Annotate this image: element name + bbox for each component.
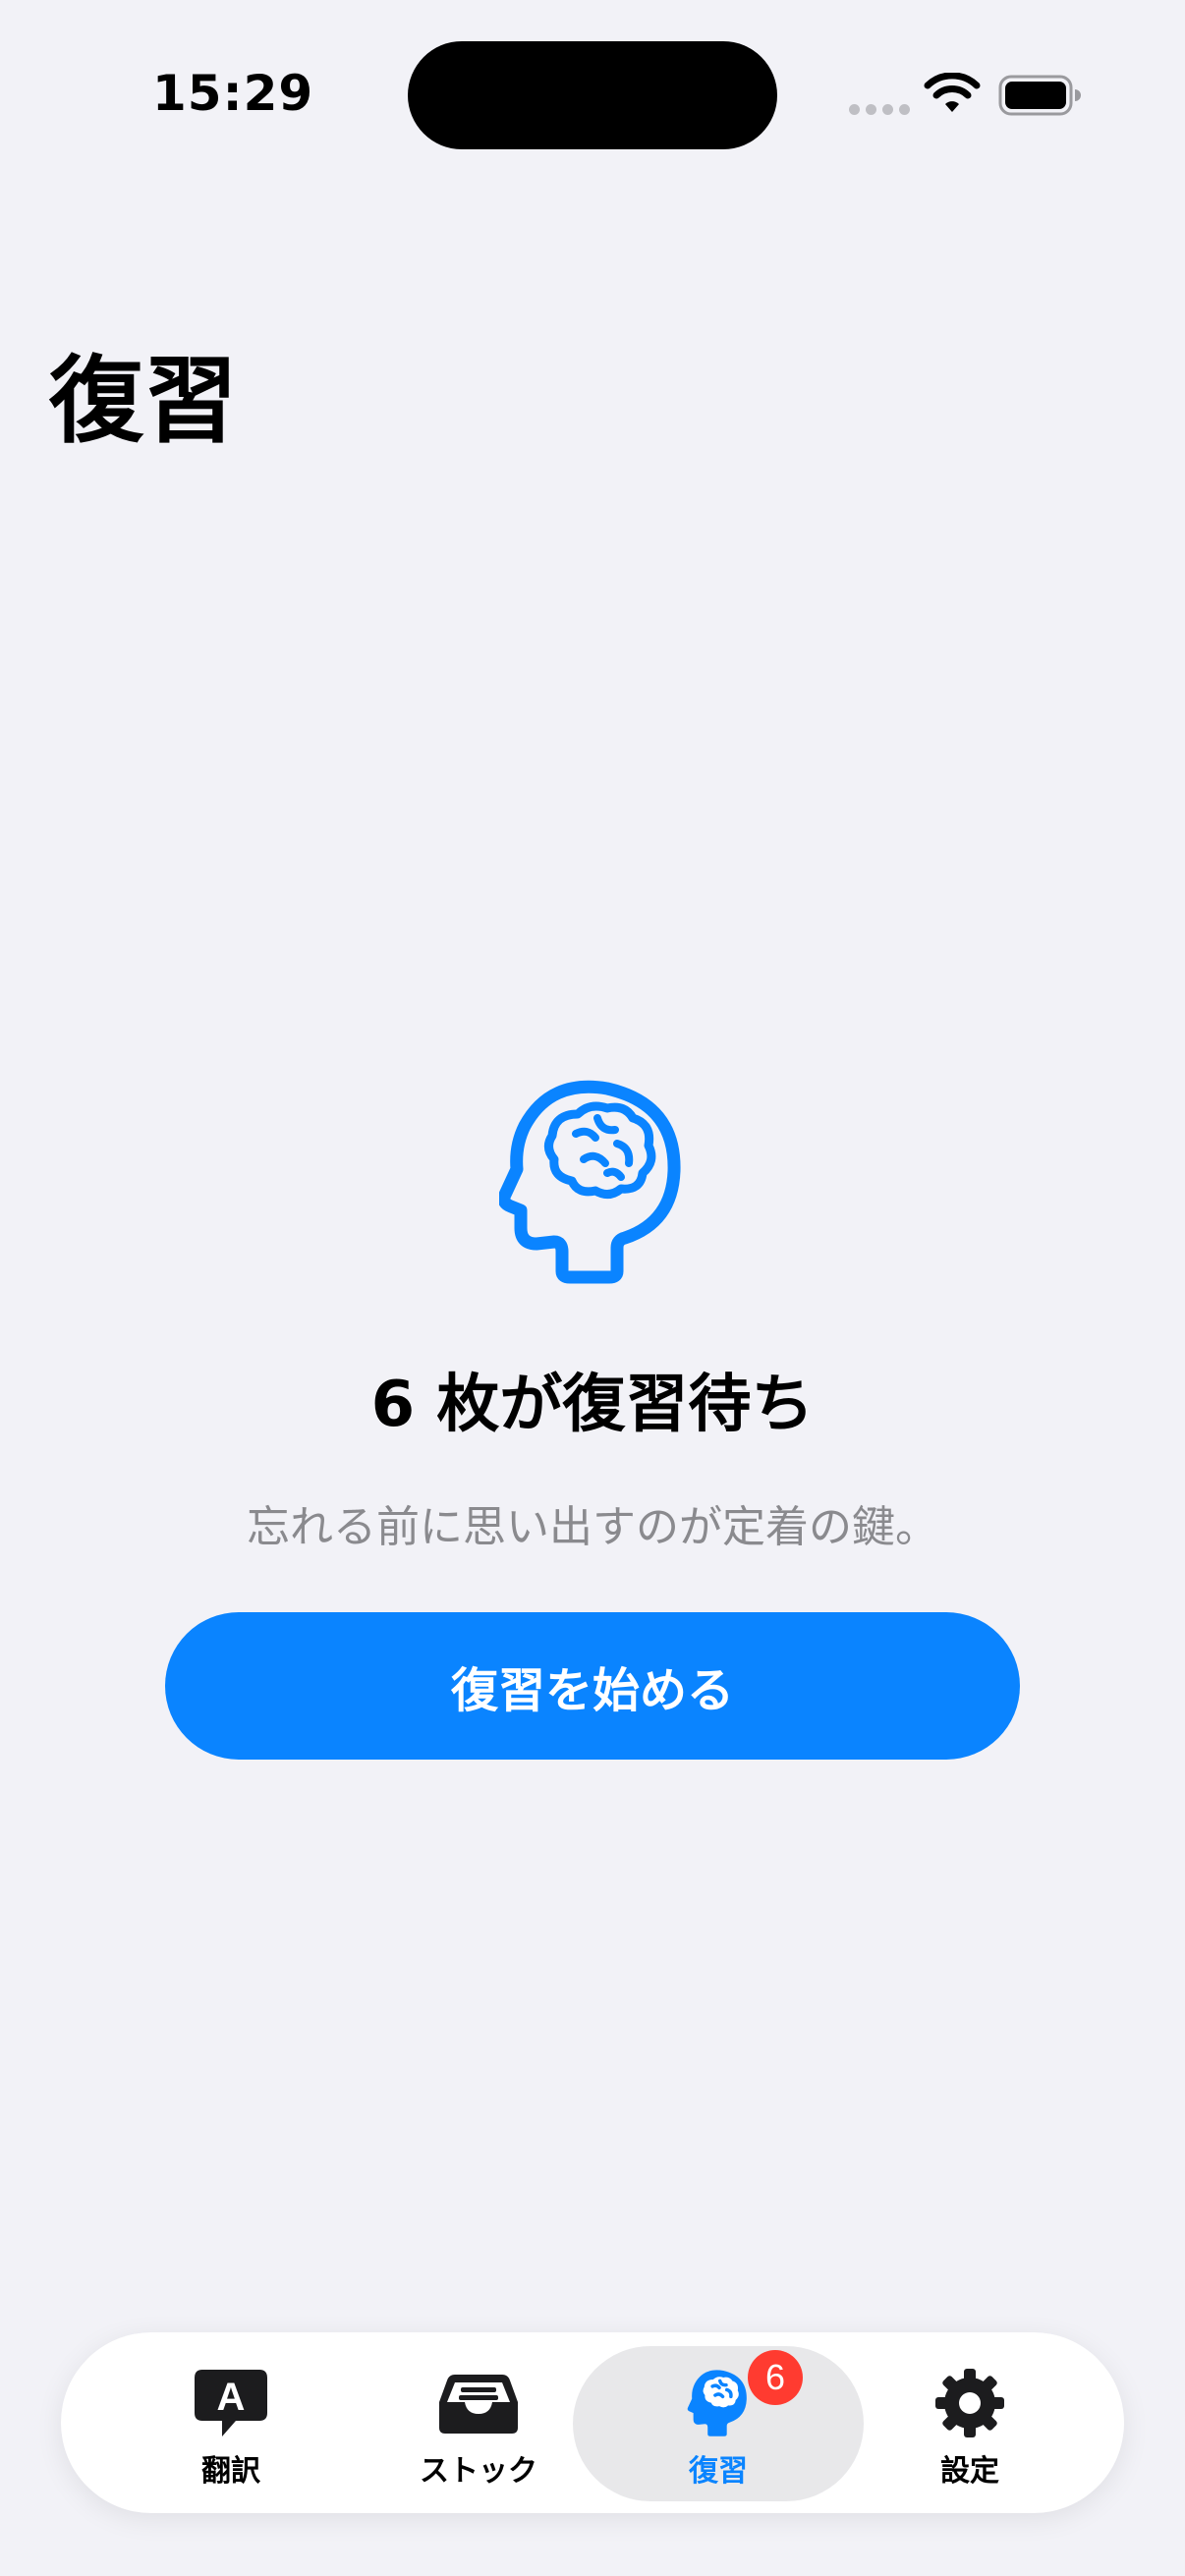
tab-label: ストック	[420, 2454, 537, 2489]
dynamic-island	[408, 41, 777, 149]
tray-icon	[434, 2366, 523, 2440]
tab-bar: A 翻訳 ストック 復習 6 設定	[61, 2332, 1124, 2513]
tab-label: 復習	[689, 2454, 748, 2489]
cellular-signal-icon	[849, 104, 910, 115]
status-time: 15:29	[152, 65, 314, 122]
tab-label: 翻訳	[201, 2454, 260, 2489]
wifi-icon	[924, 73, 981, 112]
tab-review[interactable]: 復習 6	[573, 2346, 864, 2501]
tab-label: 設定	[940, 2454, 999, 2489]
review-count-badge: 6	[748, 2350, 803, 2405]
tab-stock[interactable]: ストック	[348, 2346, 609, 2501]
battery-icon	[998, 75, 1081, 116]
page-title: 復習	[49, 346, 238, 456]
svg-text:A: A	[217, 2376, 246, 2419]
queue-subtitle: 忘れる前に思い出すのが定着の鍵。	[247, 1502, 938, 1552]
gear-icon	[926, 2366, 1014, 2440]
queue-title: 6 枚が復習待ち	[370, 1369, 815, 1441]
tab-settings[interactable]: 設定	[839, 2346, 1100, 2501]
translate-bubble-icon: A	[187, 2366, 275, 2440]
start-review-button[interactable]: 復習を始める	[165, 1612, 1020, 1760]
brain-head-icon	[499, 1080, 681, 1284]
tab-translate[interactable]: A 翻訳	[100, 2346, 362, 2501]
